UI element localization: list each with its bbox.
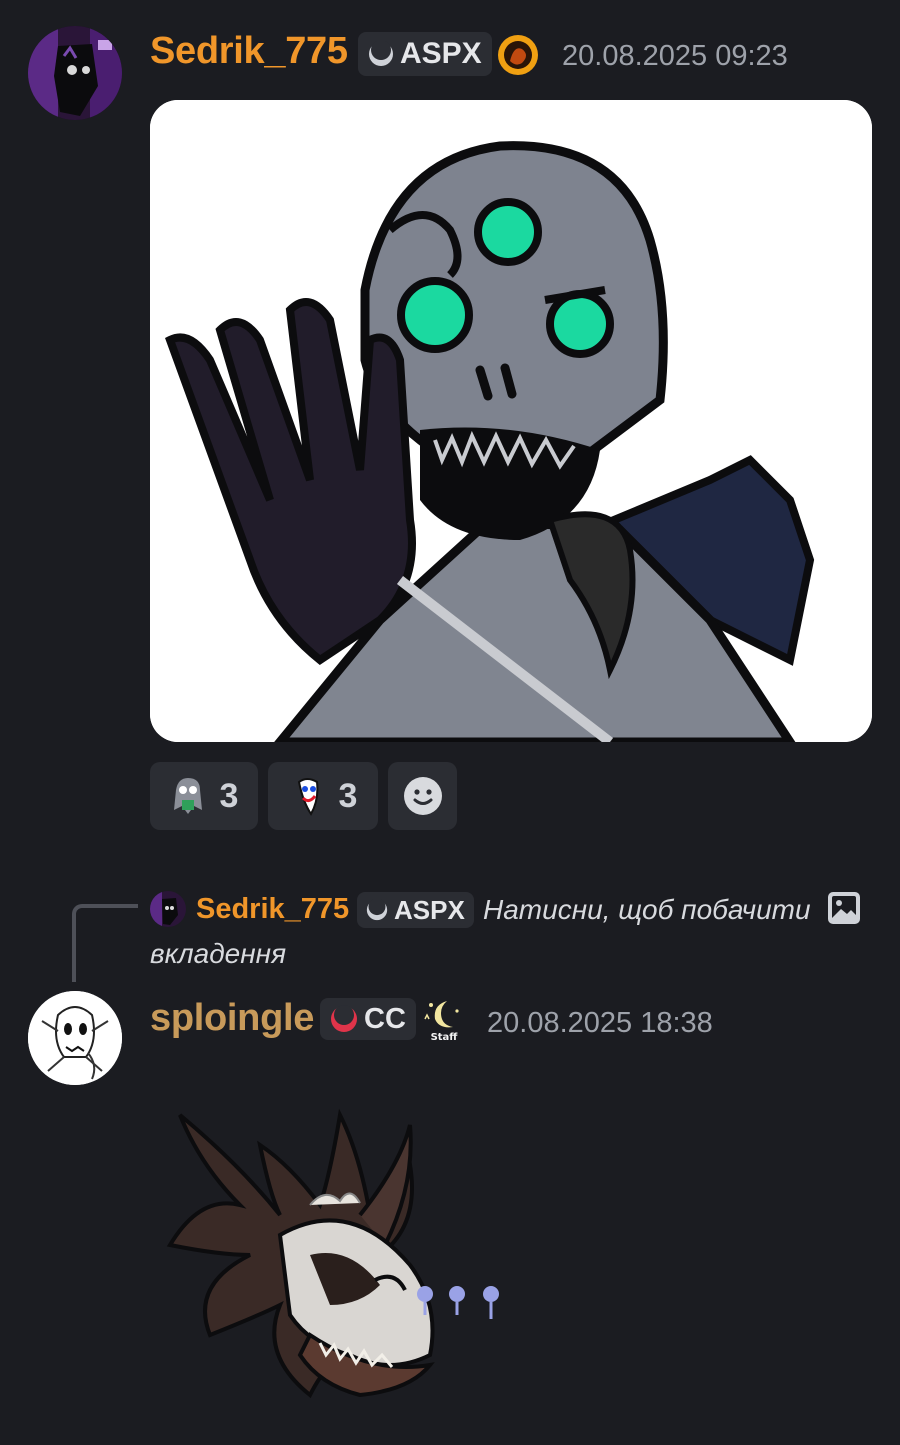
username[interactable]: Sedrik_775 <box>150 30 348 73</box>
role-tag[interactable]: ASPX <box>358 32 492 76</box>
fire-orb-icon <box>496 33 540 77</box>
avatar[interactable] <box>28 991 122 1085</box>
role-tag-label: CC <box>364 1002 406 1035</box>
reply-text-line1[interactable]: Натисни, щоб побачити <box>483 894 811 926</box>
avatar-image <box>28 26 122 120</box>
staff-badge-text: Staff <box>431 1032 459 1043</box>
clown-sticker-icon <box>297 778 318 816</box>
timestamp: 20.08.2025 09:23 <box>562 40 788 72</box>
reply-avatar[interactable] <box>150 891 186 927</box>
avatar-image <box>28 991 122 1085</box>
ghost-sticker-icon <box>173 778 202 814</box>
image-attachment[interactable] <box>150 100 872 742</box>
role-tag[interactable]: CC <box>320 998 416 1040</box>
moon-icon <box>366 899 388 921</box>
reply-text-line2[interactable]: вкладення <box>150 938 286 970</box>
reply-connector <box>72 904 138 982</box>
image-icon <box>827 891 861 925</box>
add-reaction-button[interactable] <box>388 762 457 830</box>
reaction-count: 3 <box>338 776 358 815</box>
role-tag-label: ASPX <box>400 37 482 70</box>
reply-role-tag: ASPX <box>357 892 474 928</box>
username[interactable]: sploingle <box>150 997 314 1040</box>
moon-icon <box>369 41 393 66</box>
sticker-attachment[interactable] <box>160 1105 520 1405</box>
staff-badge-icon: Staff <box>421 997 467 1043</box>
reaction-button[interactable]: 3 <box>150 762 258 830</box>
skull-creature-sticker <box>166 1108 499 1399</box>
creature-drawing <box>150 100 872 742</box>
smiley-add-icon <box>403 777 442 815</box>
reply-username[interactable]: Sedrik_775 <box>196 893 349 926</box>
reaction-button[interactable]: 3 <box>268 762 378 830</box>
reply-role-tag-label: ASPX <box>394 894 465 925</box>
timestamp: 20.08.2025 18:38 <box>487 1007 713 1039</box>
avatar-image <box>150 891 186 927</box>
red-moon-icon <box>331 1005 357 1032</box>
reaction-count: 3 <box>219 776 239 815</box>
avatar[interactable] <box>28 26 122 120</box>
